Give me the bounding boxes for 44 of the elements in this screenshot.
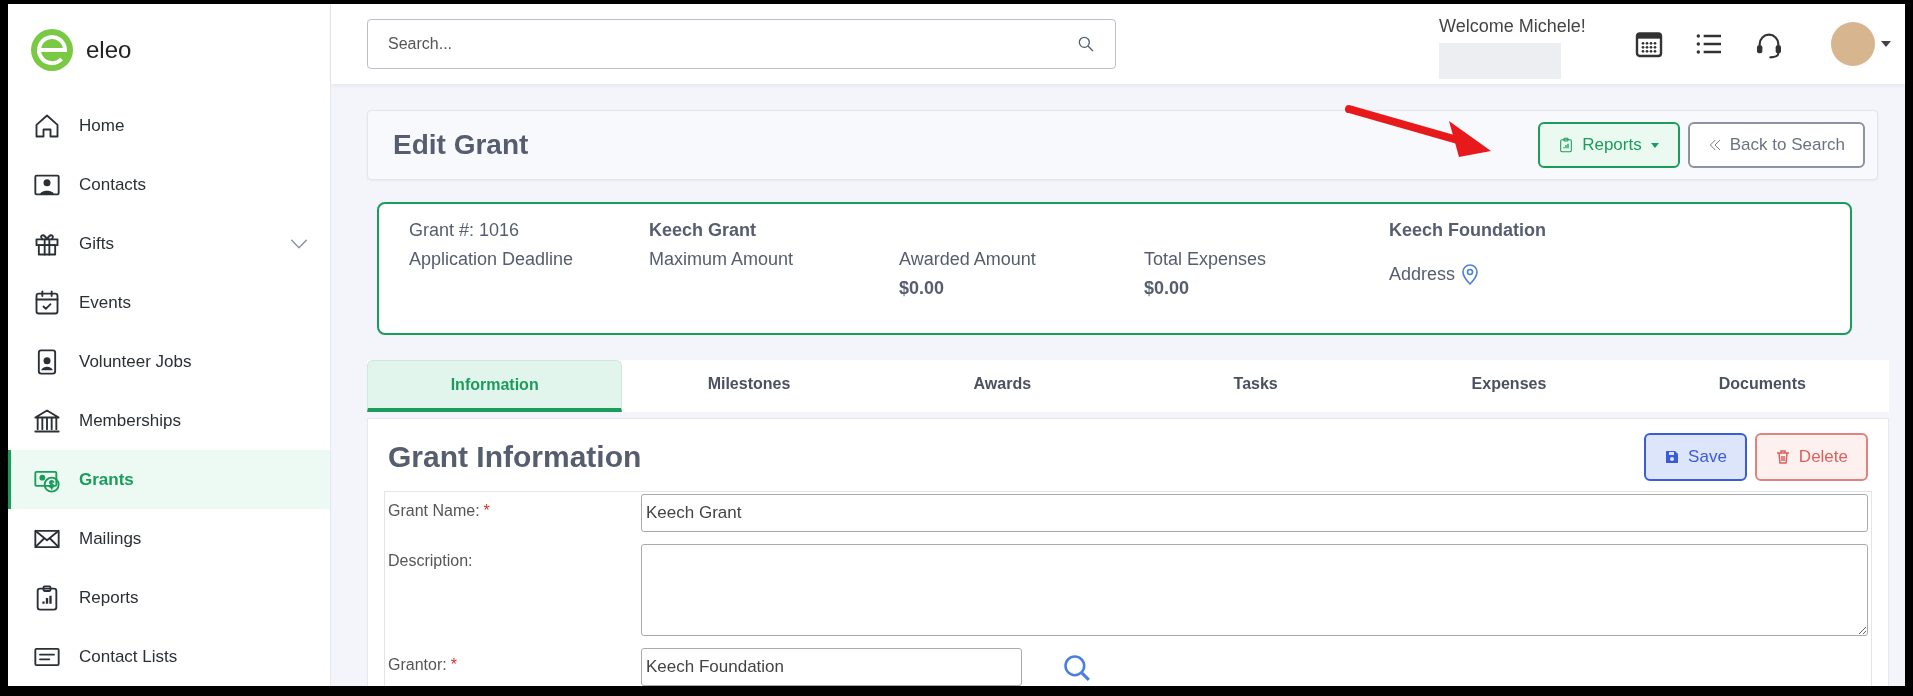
field-label: Grant Name: xyxy=(388,502,480,519)
address-label: Address xyxy=(1389,263,1456,285)
field-label: Description: xyxy=(388,552,473,569)
amount-value: $0.00 xyxy=(1144,278,1191,299)
input-field[interactable]: Keech Foundation xyxy=(641,648,1022,686)
sidebar-item[interactable]: Events xyxy=(8,273,330,332)
field-label: Awarded Amount xyxy=(899,249,1037,270)
location-pin-icon[interactable] xyxy=(1461,263,1480,285)
sidebar-item[interactable]: Reports xyxy=(8,568,330,627)
input-field[interactable]: Keech Grant xyxy=(641,494,1868,532)
caret-down-icon xyxy=(1881,41,1891,47)
amount-value: $0.00 xyxy=(899,278,946,299)
field-label: Application Deadline xyxy=(409,249,575,271)
page-title: Edit Grant xyxy=(393,129,529,161)
sidebar-item[interactable]: Contact Lists xyxy=(8,627,330,686)
search-icon xyxy=(1076,34,1096,54)
sidebar-item[interactable]: Memberships xyxy=(8,391,330,450)
grant-number: Grant #: 1016 xyxy=(409,220,521,241)
field-label: Total Expenses xyxy=(1144,249,1268,270)
logo-icon xyxy=(30,28,74,72)
brand-name: eleo xyxy=(86,36,132,64)
sidebar-item[interactable]: Mailings xyxy=(8,509,330,568)
welcome-message: Welcome Michele! xyxy=(1439,16,1587,37)
trash-can-icon xyxy=(1774,449,1791,465)
caret-down-icon xyxy=(1649,140,1660,150)
sidebar-item[interactable]: Home xyxy=(8,96,330,155)
required-mark: * xyxy=(450,656,457,673)
sidebar-item[interactable]: Contacts xyxy=(8,155,330,214)
grantor-name: Keech Foundation xyxy=(1389,220,1547,241)
clipboard-chart-icon xyxy=(1558,137,1575,153)
description-field[interactable] xyxy=(641,544,1868,636)
sidebar-item[interactable]: Volunteer Jobs xyxy=(8,332,330,391)
required-mark: * xyxy=(483,502,490,519)
calendar-check-icon xyxy=(33,288,61,317)
field-label: Grantor: xyxy=(388,656,447,673)
double-chevron-left-icon xyxy=(1707,138,1722,152)
section-title: Grant Information xyxy=(388,440,642,474)
search-icon[interactable] xyxy=(1062,653,1090,681)
search-field[interactable]: Search... xyxy=(367,19,1116,69)
field-label: Maximum Amount xyxy=(649,249,795,271)
grant-name: Keech Grant xyxy=(649,220,758,241)
sidebar-item[interactable]: Gifts xyxy=(8,214,330,273)
back-button[interactable]: Back to Search xyxy=(1687,122,1865,168)
save-button[interactable]: Save xyxy=(1644,433,1747,481)
